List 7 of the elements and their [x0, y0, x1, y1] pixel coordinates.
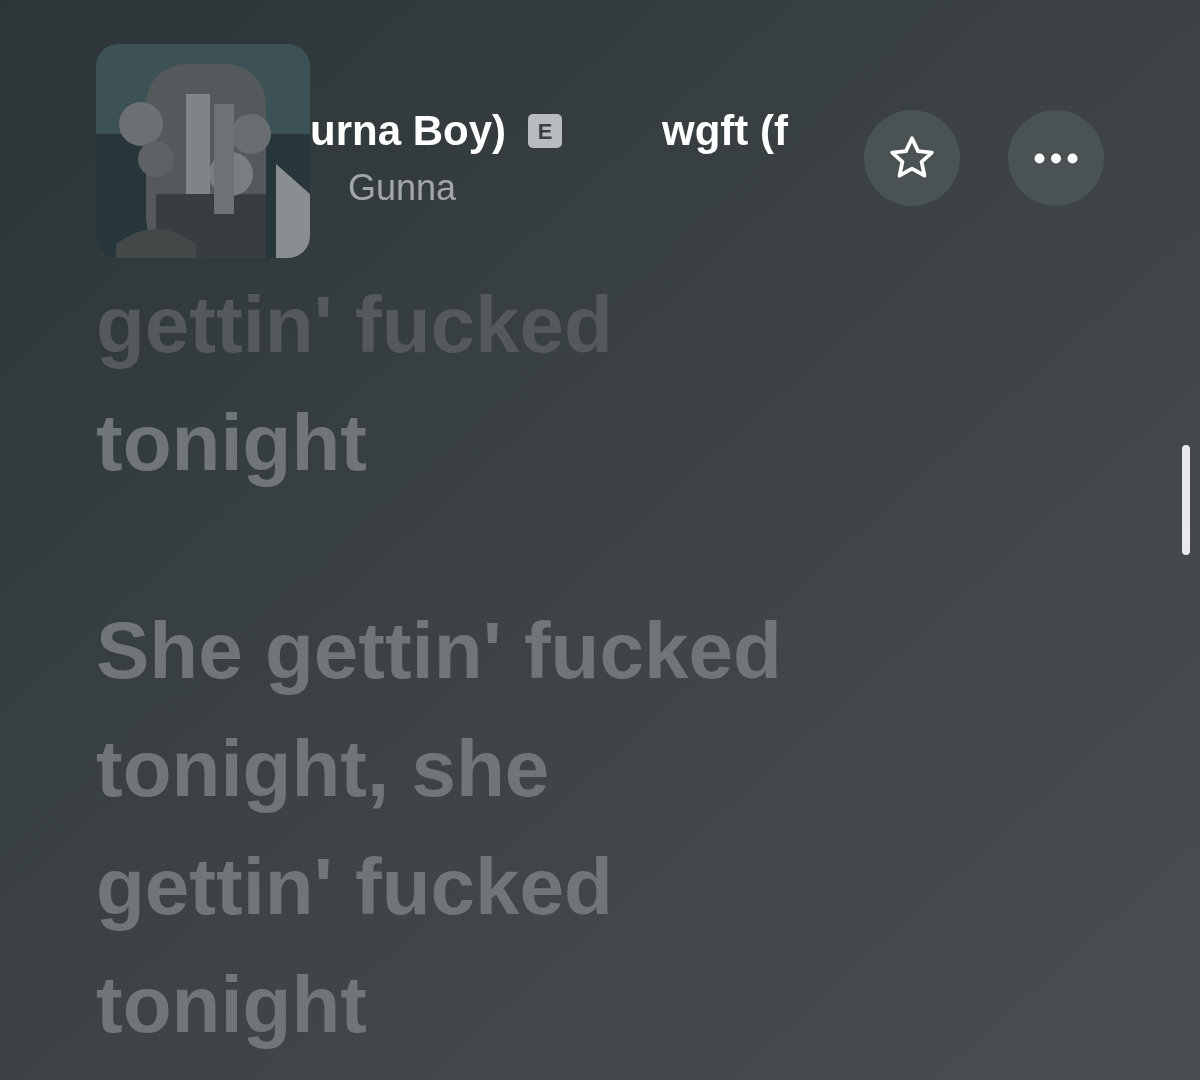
more-icon — [1034, 152, 1078, 164]
artist-name: Gunna — [348, 170, 458, 206]
scrollbar[interactable] — [1182, 445, 1190, 555]
song-title: urna Boy) — [310, 110, 506, 152]
song-title: wgft (f — [662, 110, 788, 152]
explicit-badge: E — [528, 114, 562, 148]
lyric-line[interactable]: tonight — [96, 384, 1200, 502]
